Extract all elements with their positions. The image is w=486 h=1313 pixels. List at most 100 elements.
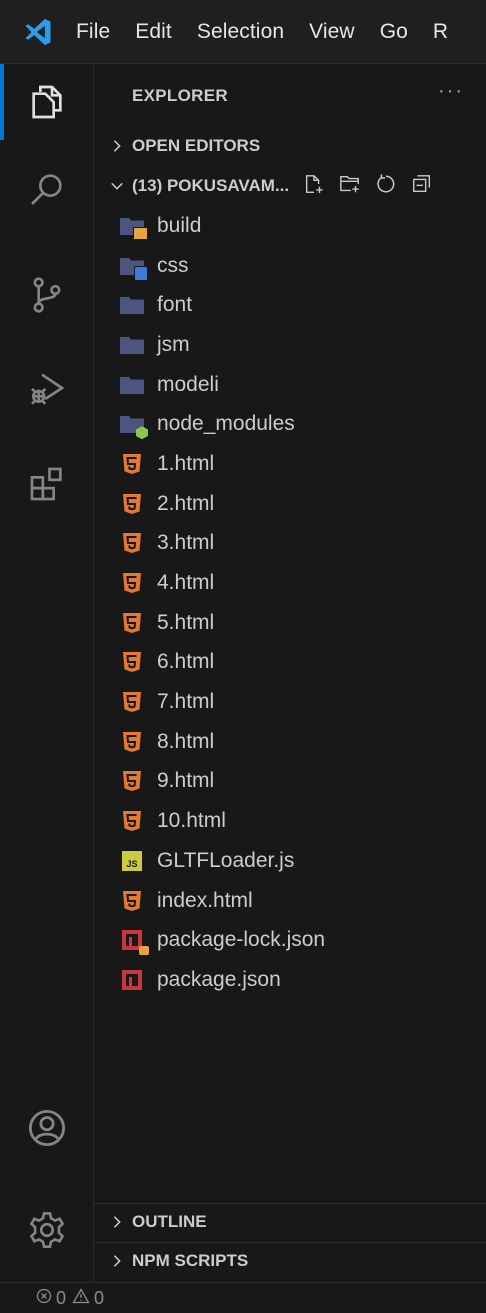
refresh-icon[interactable] <box>375 173 397 200</box>
npm-file-icon <box>119 967 145 993</box>
error-icon <box>36 1288 52 1309</box>
collapse-all-icon[interactable] <box>411 173 433 200</box>
outline-label: OUTLINE <box>132 1211 207 1231</box>
file-item[interactable]: package-lock.json <box>94 920 486 960</box>
svg-text:JS: JS <box>126 859 137 869</box>
html-file-icon <box>119 808 145 834</box>
html-file-icon <box>119 530 145 556</box>
file-item[interactable]: 5.html <box>94 603 486 643</box>
folder-item[interactable]: jsm <box>94 325 486 365</box>
item-label: package-lock.json <box>157 928 326 952</box>
javascript-file-icon: JS <box>119 848 145 874</box>
lock-badge-icon <box>139 946 149 956</box>
explorer-title: EXPLORER <box>132 86 228 105</box>
npm-scripts-label: NPM SCRIPTS <box>132 1250 249 1270</box>
item-label: 6.html <box>157 650 215 674</box>
menu-edit[interactable]: Edit <box>135 20 172 44</box>
item-label: build <box>157 213 202 237</box>
item-label: 8.html <box>157 729 215 753</box>
file-item[interactable]: index.html <box>94 881 486 921</box>
folder-item[interactable]: font <box>94 285 486 325</box>
manage-gear-icon[interactable] <box>0 1192 94 1268</box>
folder-item[interactable]: modeli <box>94 365 486 405</box>
file-item[interactable]: 6.html <box>94 643 486 683</box>
file-item[interactable]: 4.html <box>94 563 486 603</box>
outline-section[interactable]: OUTLINE <box>94 1203 486 1239</box>
open-editors-label: OPEN EDITORS <box>132 136 261 155</box>
chevron-right-icon <box>94 1254 124 1268</box>
more-actions-icon[interactable]: ··· <box>438 80 464 103</box>
workspace-folder-header[interactable]: (13) POKUSAVAM... <box>94 168 486 204</box>
file-tree: build css font jsm modeli node_modules 1.html 2… <box>94 206 486 1000</box>
activity-bar <box>0 64 94 1282</box>
problems-status[interactable]: 0 0 <box>36 1288 104 1309</box>
folder-icon <box>119 292 145 318</box>
explorer-sidebar: EXPLORER ··· OPEN EDITORS (13) POKUSAVAM… <box>94 64 486 1282</box>
html-file-icon <box>119 689 145 715</box>
folder-item[interactable]: build <box>94 206 486 246</box>
file-item[interactable]: 1.html <box>94 444 486 484</box>
item-label: GLTFLoader.js <box>157 848 295 872</box>
item-label: 7.html <box>157 690 215 714</box>
warning-count: 0 <box>94 1287 105 1308</box>
item-label: index.html <box>157 888 253 912</box>
folder-item[interactable]: css <box>94 246 486 286</box>
run-debug-icon[interactable] <box>0 350 94 426</box>
chevron-right-icon <box>94 1215 124 1229</box>
html-file-icon <box>119 729 145 755</box>
html-file-icon <box>119 570 145 596</box>
css-badge-icon <box>134 265 148 281</box>
item-label: 4.html <box>157 571 215 595</box>
chevron-right-icon <box>94 139 124 153</box>
folder-icon <box>119 213 148 240</box>
file-item[interactable]: 9.html <box>94 762 486 802</box>
menu-file[interactable]: File <box>76 20 110 44</box>
item-label: 2.html <box>157 491 215 515</box>
html-file-icon <box>119 451 145 477</box>
html-file-icon <box>119 768 145 794</box>
item-label: 3.html <box>157 531 215 555</box>
html-file-icon <box>119 888 145 914</box>
file-item[interactable]: 8.html <box>94 722 486 762</box>
npm-scripts-section[interactable]: NPM SCRIPTS <box>94 1242 486 1278</box>
file-item[interactable]: 2.html <box>94 484 486 524</box>
status-bar: 0 0 <box>0 1282 486 1313</box>
item-label: css <box>157 253 189 277</box>
file-item[interactable]: 7.html <box>94 682 486 722</box>
accounts-icon[interactable] <box>0 1090 94 1166</box>
new-folder-icon[interactable] <box>339 173 361 200</box>
item-label: node_modules <box>157 412 295 436</box>
explorer-icon[interactable] <box>0 64 94 140</box>
file-item[interactable]: 10.html <box>94 801 486 841</box>
item-label: 1.html <box>157 451 215 475</box>
file-item[interactable]: package.json <box>94 960 486 1000</box>
html-file-icon <box>119 649 145 675</box>
vscode-logo-icon <box>0 17 76 47</box>
html-file-icon <box>119 610 145 636</box>
search-icon[interactable] <box>0 151 94 227</box>
source-control-icon[interactable] <box>0 257 94 333</box>
menu-run[interactable]: R <box>433 20 448 44</box>
folder-icon <box>119 332 145 358</box>
file-item[interactable]: 3.html <box>94 524 486 564</box>
warning-icon <box>72 1287 90 1309</box>
file-item[interactable]: JS GLTFLoader.js <box>94 841 486 881</box>
npm-file-icon <box>119 927 149 956</box>
menu-bar: File Edit Selection View Go R <box>0 0 486 64</box>
chevron-down-icon <box>94 179 124 193</box>
item-label: 9.html <box>157 769 215 793</box>
menu-selection[interactable]: Selection <box>197 20 284 44</box>
menu-view[interactable]: View <box>309 20 355 44</box>
package-badge-icon <box>133 226 148 240</box>
folder-icon <box>119 372 145 398</box>
open-editors-section[interactable]: OPEN EDITORS <box>94 128 486 164</box>
folder-icon <box>119 253 148 281</box>
folder-item[interactable]: node_modules <box>94 404 486 444</box>
new-file-icon[interactable] <box>303 173 325 200</box>
extensions-icon[interactable] <box>0 446 94 522</box>
html-file-icon <box>119 491 145 517</box>
item-label: font <box>157 293 193 317</box>
item-label: jsm <box>157 332 190 356</box>
folder-icon <box>119 411 148 440</box>
menu-go[interactable]: Go <box>380 20 408 44</box>
